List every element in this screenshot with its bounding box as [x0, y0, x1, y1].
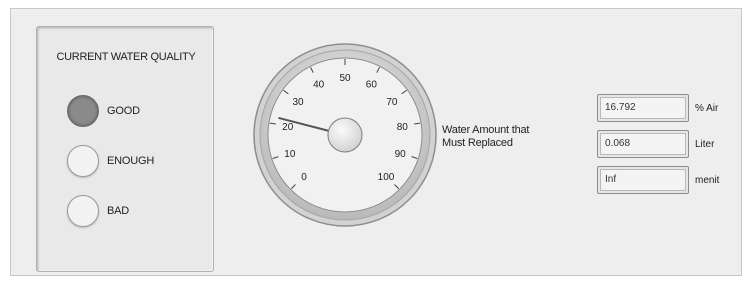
water-quality-title: CURRENT WATER QUALITY [56, 51, 196, 63]
air-percent-unit: % Air [695, 102, 719, 114]
gauge-caption-line2: Must Replaced [442, 137, 513, 149]
minutes-readout[interactable]: Inf menit [597, 166, 719, 194]
indicator-bad-label: BAD [107, 205, 130, 217]
gauge-tick-label: 10 [284, 149, 296, 160]
air-percent-box: 16.792 [597, 94, 689, 122]
water-quality-group: CURRENT WATER QUALITY GOOD ENOUGH BAD [36, 26, 214, 272]
app-window: CURRENT WATER QUALITY GOOD ENOUGH BAD 0 … [0, 0, 745, 284]
gauge-tick-label: 40 [313, 79, 325, 90]
gauge-tick-label: 0 [301, 172, 307, 183]
led-bad[interactable] [67, 195, 99, 227]
gauge-tick-label: 90 [395, 149, 407, 160]
liter-value[interactable]: 0.068 [600, 133, 686, 155]
indicator-enough[interactable]: ENOUGH [67, 145, 154, 177]
gauge-tick-label: 50 [339, 73, 351, 84]
led-enough[interactable] [67, 145, 99, 177]
gauge-hub [327, 117, 363, 153]
minutes-value[interactable]: Inf [600, 169, 686, 191]
gauge-tick-label: 20 [282, 122, 294, 133]
air-percent-value[interactable]: 16.792 [600, 97, 686, 119]
gauge-tick-label: 80 [397, 122, 409, 133]
gauge-tick-label: 100 [378, 172, 395, 183]
minutes-box: Inf [597, 166, 689, 194]
indicator-enough-label: ENOUGH [107, 155, 155, 167]
gauge-caption: Water Amount that Must Replaced [442, 124, 529, 150]
air-percent-readout[interactable]: 16.792 % Air [597, 94, 718, 122]
gauge-caption-line1: Water Amount that [442, 124, 530, 136]
indicator-good[interactable]: GOOD [67, 95, 140, 127]
water-amount-gauge[interactable]: 0 10 20 30 40 50 60 70 80 90 100 [252, 42, 438, 228]
liter-readout[interactable]: 0.068 Liter [597, 130, 714, 158]
liter-box: 0.068 [597, 130, 689, 158]
indicator-good-label: GOOD [107, 105, 140, 117]
minutes-unit: menit [695, 174, 720, 186]
led-good[interactable] [67, 95, 99, 127]
gauge-tick-label: 60 [366, 79, 378, 90]
liter-unit: Liter [695, 138, 715, 150]
indicator-bad[interactable]: BAD [67, 195, 129, 227]
gauge-tick-label: 30 [293, 97, 305, 108]
gauge-tick-label: 70 [386, 97, 398, 108]
